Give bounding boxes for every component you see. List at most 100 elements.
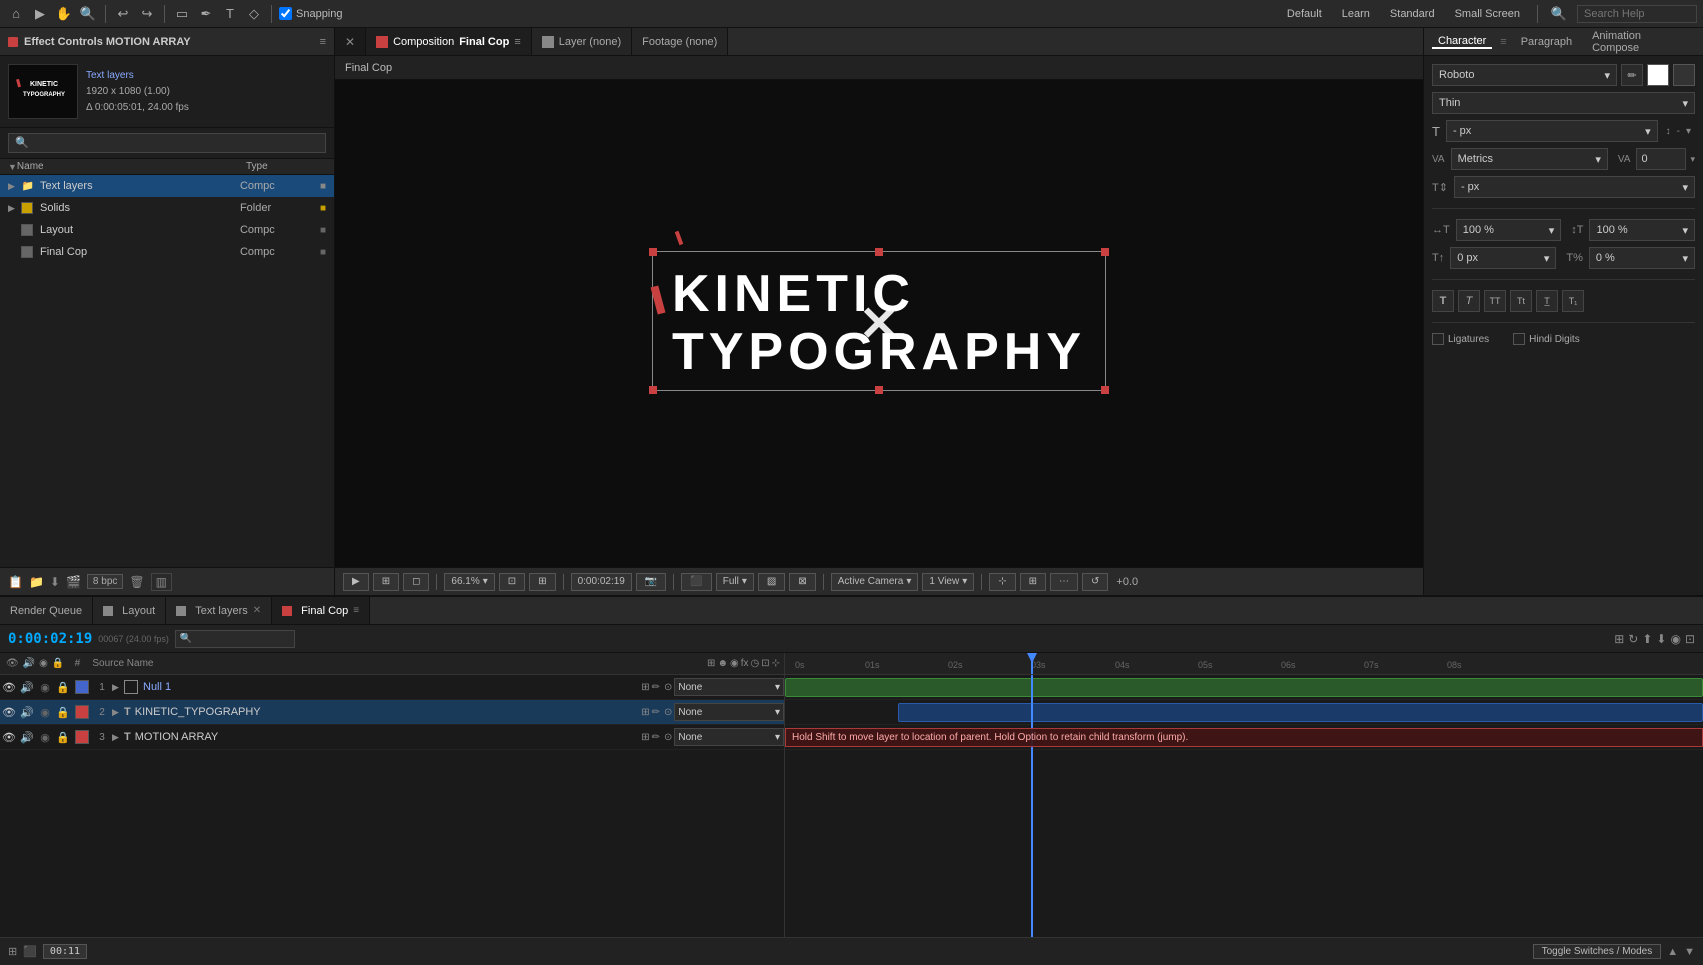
layer-2-link-icon[interactable]: ⊙ — [664, 707, 672, 718]
tl-icon-3[interactable]: ⬆ — [1642, 632, 1652, 646]
style-btn-superscript[interactable]: T̲ — [1536, 290, 1558, 312]
layer-2-pencil-icon[interactable]: ✏ — [652, 707, 660, 718]
layer-1-color-box[interactable] — [75, 680, 89, 694]
handle-bl[interactable] — [649, 386, 657, 394]
region-btn[interactable]: ◻ — [403, 573, 429, 591]
search-help-input[interactable] — [1577, 5, 1697, 23]
tl-tab-final-cop-close[interactable]: ≡ — [353, 605, 359, 616]
fit-to-comp-btn[interactable]: ⊡ — [499, 573, 525, 591]
rect-tool-icon[interactable]: ▭ — [172, 4, 192, 24]
camera-dropdown[interactable]: Active Camera ▾ — [831, 573, 919, 591]
kerning-dropdown[interactable]: Metrics ▾ — [1451, 148, 1608, 170]
redo-icon[interactable]: ↪ — [137, 4, 157, 24]
timeline-search-input[interactable] — [175, 630, 295, 648]
layer-3-parent-dropdown[interactable]: None ▾ — [674, 728, 784, 746]
viewport[interactable]: ✕ — [335, 80, 1423, 567]
file-item-solids[interactable]: ▶ Solids Folder ■ — [0, 197, 334, 219]
layer-1-audio-icon[interactable]: 🔊 — [18, 681, 36, 694]
comp-tab-x[interactable]: ✕ — [335, 28, 366, 55]
style-btn-italic[interactable]: T — [1458, 290, 1480, 312]
handle-tr[interactable] — [1101, 248, 1109, 256]
layer-3-link-icon[interactable]: ⊙ — [664, 732, 672, 743]
small-screen-workspace-btn[interactable]: Small Screen — [1449, 8, 1526, 20]
new-folder-icon[interactable]: 📁 — [29, 575, 44, 589]
tl-tab-layout[interactable]: Layout — [93, 597, 166, 624]
zoom-tool-icon[interactable]: 🔍 — [78, 4, 98, 24]
comp-tab-layer-none[interactable]: Layer (none) — [532, 28, 632, 55]
tl-bottom-comp-btn[interactable]: ⊞ — [8, 945, 17, 958]
file-item-text-layers[interactable]: ▶ 📁 Text layers Compc ■ — [0, 175, 334, 197]
search-icon[interactable]: 🔍 — [1549, 4, 1569, 24]
style-btn-allcaps[interactable]: TT — [1484, 290, 1506, 312]
file-item-layout[interactable]: Layout Compc ■ — [0, 219, 334, 241]
panel-menu-icon[interactable]: ≡ — [320, 36, 326, 48]
layer-2-name[interactable]: KINETIC_TYPOGRAPHY — [133, 706, 641, 718]
new-comp-icon[interactable]: 📋 — [8, 575, 23, 589]
undo-icon[interactable]: ↩ — [113, 4, 133, 24]
layer-3-pencil-icon[interactable]: ✏ — [652, 732, 660, 743]
layer-2-expand-icon[interactable]: ▶ — [112, 707, 124, 718]
search-bottom-icon[interactable]: ▥ — [151, 573, 172, 591]
hindi-digits-label[interactable]: Hindi Digits — [1513, 333, 1580, 345]
expand-icon-2[interactable]: ▶ — [8, 203, 20, 214]
scale-v-input[interactable]: 100 % ▾ — [1589, 219, 1695, 241]
layer-2-vis-icon[interactable]: 👁 — [0, 706, 18, 719]
layer-1-solo-icon[interactable]: ◉ — [36, 681, 54, 694]
tl-icon-2[interactable]: ↻ — [1628, 632, 1638, 646]
font-style-picker-icon[interactable]: ✏ — [1621, 64, 1643, 86]
grid-btn[interactable]: ⊞ — [1020, 573, 1046, 591]
layer-1-pencil-icon[interactable]: ✏ — [652, 682, 660, 693]
tab-paragraph[interactable]: Paragraph — [1515, 36, 1578, 48]
line-height-input[interactable]: - px ▾ — [1454, 176, 1695, 198]
standard-workspace-btn[interactable]: Standard — [1384, 8, 1441, 20]
transparency-btn[interactable]: ⊠ — [789, 573, 815, 591]
toggle-switches-btn[interactable]: Toggle Switches / Modes — [1533, 944, 1662, 959]
font-size-input[interactable]: - px ▾ — [1446, 120, 1658, 142]
handle-br[interactable] — [1101, 386, 1109, 394]
render-btn[interactable]: ⬛ — [681, 573, 711, 591]
learn-workspace-btn[interactable]: Learn — [1336, 8, 1376, 20]
tab-close-left-icon[interactable]: ✕ — [345, 35, 355, 49]
comp-tab-footage-none[interactable]: Footage (none) — [632, 28, 728, 55]
scale-h-input[interactable]: 100 % ▾ — [1456, 219, 1562, 241]
layer-1-vis-icon[interactable]: 👁 — [0, 681, 18, 694]
layer-1-parent-dropdown[interactable]: None ▾ — [674, 678, 784, 696]
layer-1-lock-icon[interactable]: 🔒 — [54, 681, 72, 694]
project-search-input[interactable] — [8, 133, 326, 153]
layer-3-name[interactable]: MOTION ARRAY — [133, 731, 641, 743]
panel-menu-icon-right[interactable]: ≡ — [1500, 36, 1506, 48]
hand-tool-icon[interactable]: ✋ — [54, 4, 74, 24]
tl-expand-icon[interactable]: ▲ — [1667, 946, 1678, 958]
pixel-aspect-btn[interactable]: ⊞ — [529, 573, 555, 591]
home-icon[interactable]: ⌂ — [6, 4, 26, 24]
tsf-input[interactable]: 0 % ▾ — [1589, 247, 1695, 269]
layer-1-expand-icon[interactable]: ▶ — [112, 682, 124, 693]
tab-animation-compose[interactable]: Animation Compose — [1586, 30, 1695, 54]
baseline-input[interactable]: 0 px ▾ — [1450, 247, 1556, 269]
ligatures-label[interactable]: Ligatures — [1432, 333, 1489, 345]
style-btn-bold[interactable]: T — [1432, 290, 1454, 312]
tl-tab-final-cop[interactable]: Final Cop ≡ — [272, 597, 370, 624]
layer-2-lock-icon[interactable]: 🔒 — [54, 706, 72, 719]
tl-collapse-icon[interactable]: ▼ — [1684, 946, 1695, 958]
ligatures-checkbox[interactable] — [1432, 333, 1444, 345]
tl-bottom-render-btn[interactable]: ⬛ — [23, 945, 37, 958]
track-bar-1-green[interactable] — [785, 678, 1703, 697]
comp-view-btn[interactable]: ⊞ — [373, 573, 399, 591]
handle-tl[interactable] — [649, 248, 657, 256]
preview-btn[interactable]: ▶ — [343, 573, 369, 591]
rotation-handle[interactable] — [672, 231, 686, 251]
handle-bm[interactable] — [875, 386, 883, 394]
default-workspace-btn[interactable]: Default — [1281, 8, 1328, 20]
style-btn-smallcaps[interactable]: Tt — [1510, 290, 1532, 312]
tab-character[interactable]: Character — [1432, 35, 1492, 49]
camera-btn[interactable]: 📷 — [636, 573, 666, 591]
file-item-final-cop[interactable]: Final Cop Compc ■ — [0, 241, 334, 263]
layer-3-audio-icon[interactable]: 🔊 — [18, 731, 36, 744]
time-display[interactable]: 0:00:02:19 — [571, 573, 632, 591]
font-name-dropdown[interactable]: Roboto ▾ — [1432, 64, 1617, 86]
pen-tool-icon[interactable]: ✒ — [196, 4, 216, 24]
layer-3-expand-icon[interactable]: ▶ — [112, 732, 124, 743]
layer-3-switch-icon[interactable]: ⊞ — [641, 732, 649, 743]
layer-2-switch-icon[interactable]: ⊞ — [641, 707, 649, 718]
